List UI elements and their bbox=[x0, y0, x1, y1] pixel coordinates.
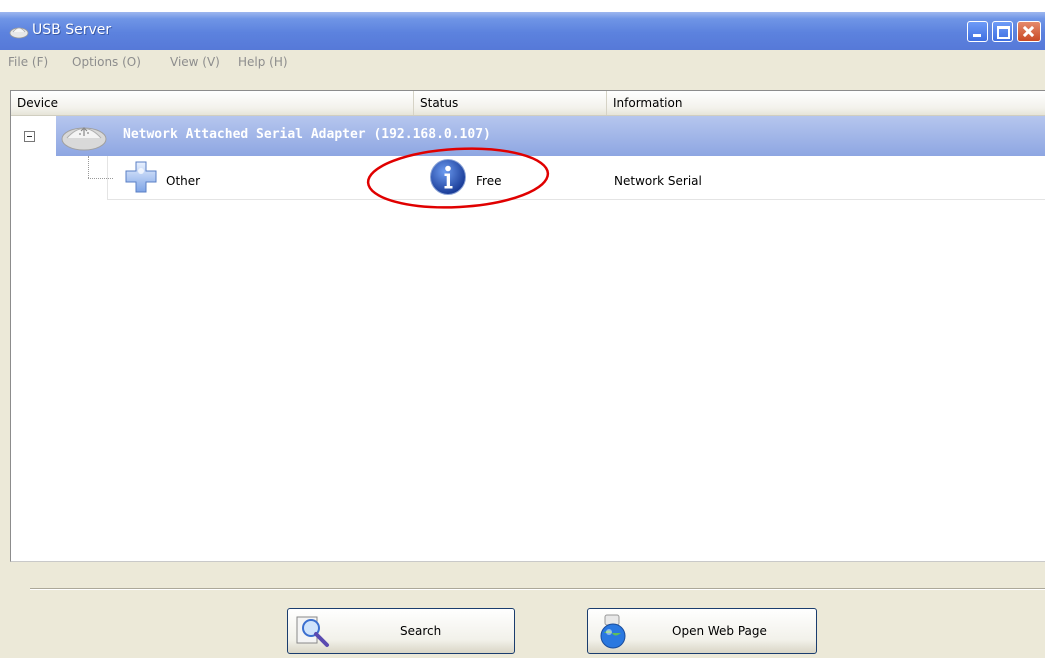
open-web-page-button[interactable]: Open Web Page bbox=[587, 608, 817, 654]
separator-line bbox=[30, 588, 1045, 590]
column-information[interactable]: Information bbox=[607, 91, 1045, 115]
close-icon[interactable] bbox=[1017, 21, 1041, 42]
open-web-page-button-label: Open Web Page bbox=[672, 624, 767, 638]
column-device[interactable]: Device bbox=[11, 91, 414, 115]
tree-connector bbox=[88, 156, 90, 178]
search-button-label: Search bbox=[400, 624, 442, 638]
window-title: USB Server bbox=[32, 22, 112, 38]
menu-file[interactable]: File (F) bbox=[8, 55, 48, 69]
maximize-icon[interactable] bbox=[992, 21, 1013, 42]
device-information: Network Serial bbox=[614, 174, 702, 188]
menu-bar: File (F) Options (O) View (V) Help (H) bbox=[0, 50, 1045, 74]
usb-hub-icon bbox=[9, 27, 29, 39]
usb-hub-icon bbox=[61, 127, 107, 151]
column-status[interactable]: Status bbox=[414, 91, 607, 115]
device-list[interactable]: Device Status Information Network Attach… bbox=[10, 90, 1045, 562]
globe-icon bbox=[600, 614, 626, 649]
search-icon bbox=[296, 616, 329, 647]
menu-options[interactable]: Options (O) bbox=[72, 55, 141, 69]
title-bar[interactable]: USB Server bbox=[0, 12, 1045, 50]
puzzle-piece-icon bbox=[125, 161, 157, 193]
group-label: Network Attached Serial Adapter (192.168… bbox=[123, 127, 491, 142]
device-name: Other bbox=[166, 174, 201, 188]
annotation-highlight-ring bbox=[366, 147, 550, 209]
collapse-icon[interactable] bbox=[24, 131, 35, 142]
menu-view[interactable]: View (V) bbox=[170, 55, 220, 69]
table-row[interactable] bbox=[107, 156, 1045, 200]
menu-help[interactable]: Help (H) bbox=[238, 55, 288, 69]
list-header: Device Status Information bbox=[11, 91, 1045, 116]
minimize-icon[interactable] bbox=[967, 21, 988, 42]
search-button[interactable]: Search bbox=[287, 608, 515, 654]
app-window: USB Server File (F) Options (O) View (V)… bbox=[0, 12, 1045, 658]
